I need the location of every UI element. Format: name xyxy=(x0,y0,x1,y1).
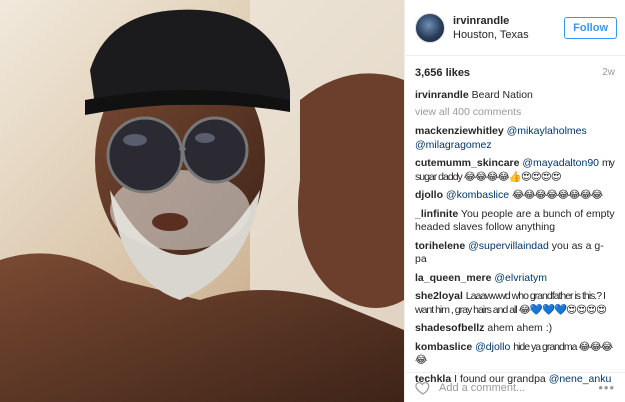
avatar[interactable] xyxy=(415,12,445,43)
heart-icon[interactable] xyxy=(415,380,431,396)
comment-item: _linfinite You people are a bunch of emp… xyxy=(415,208,615,235)
comment-mention[interactable]: @mayadalton90 xyxy=(522,157,599,169)
comment-mention[interactable]: @supervillaindad xyxy=(468,240,549,252)
comment-username[interactable]: kombaslice xyxy=(415,341,472,353)
comment-item: torihelene @supervillaindad you as a g-p… xyxy=(415,240,615,267)
comment-username[interactable]: shadesofbellz xyxy=(415,322,484,334)
comment-item: la_queen_mere @elvriatym xyxy=(415,272,615,286)
caption: irvinrandle Beard Nation xyxy=(415,88,615,102)
comment-bar: Add a comment... ••• xyxy=(405,372,625,402)
comment-item: shadesofbellz ahem ahem :) xyxy=(415,322,615,336)
comments-list: irvinrandle Beard Nation view all 400 co… xyxy=(405,79,625,386)
post-header: irvinrandle Houston, Texas Follow xyxy=(405,0,625,56)
follow-button[interactable]: Follow xyxy=(564,16,617,39)
caption-text: Beard Nation xyxy=(471,89,533,101)
comment-username[interactable]: la_queen_mere xyxy=(415,272,491,284)
comment-username[interactable]: djollo xyxy=(415,189,443,201)
comment-username[interactable]: cutemumm_skincare xyxy=(415,157,519,169)
comment-username[interactable]: mackenziewhitley xyxy=(415,125,504,137)
view-all-comments-link[interactable]: view all 400 comments xyxy=(415,106,615,118)
header-location[interactable]: Houston, Texas xyxy=(453,28,564,42)
comment-item: cutemumm_skincare @mayadalton90 my sugar… xyxy=(415,157,615,184)
comment-username[interactable]: she2loyal xyxy=(415,290,463,302)
comment-username[interactable]: _linfinite xyxy=(415,208,458,220)
likes-count[interactable]: 3,656 likes xyxy=(415,67,470,79)
post-details-panel: irvinrandle Houston, Texas Follow 3,656 … xyxy=(404,0,625,402)
post-time: 2w xyxy=(602,67,615,78)
comment-mention[interactable]: @elvriatym xyxy=(494,272,547,284)
post-photo[interactable] xyxy=(0,0,404,402)
user-info: irvinrandle Houston, Texas xyxy=(453,14,564,42)
comment-text: 😂😂😂😂😂😂😂😂 xyxy=(512,189,603,201)
photo-illustration xyxy=(0,0,404,402)
comment-item: djollo @kombaslice 😂😂😂😂😂😂😂😂 xyxy=(415,189,615,203)
add-comment-input[interactable]: Add a comment... xyxy=(439,382,598,394)
comment-item: she2loyal Laaawwwd who grandfather is th… xyxy=(415,290,615,317)
comment-username[interactable]: torihelene xyxy=(415,240,465,252)
post-meta: 3,656 likes 2w xyxy=(405,56,625,79)
comment-item: kombaslice @djollo hide ya grandma 😂😂😂😂 xyxy=(415,341,615,368)
caption-username[interactable]: irvinrandle xyxy=(415,89,469,101)
comment-mention[interactable]: @milagragomez xyxy=(415,139,492,151)
comment-mention[interactable]: @djollo xyxy=(475,341,510,353)
comment-item: mackenziewhitley @mikaylaholmes @milagra… xyxy=(415,125,615,152)
comment-mention[interactable]: @kombaslice xyxy=(446,189,509,201)
header-username[interactable]: irvinrandle xyxy=(453,14,564,28)
comment-mention[interactable]: @mikaylaholmes xyxy=(507,125,587,137)
comment-text: ahem ahem :) xyxy=(487,322,553,334)
more-options-icon[interactable]: ••• xyxy=(598,380,615,395)
